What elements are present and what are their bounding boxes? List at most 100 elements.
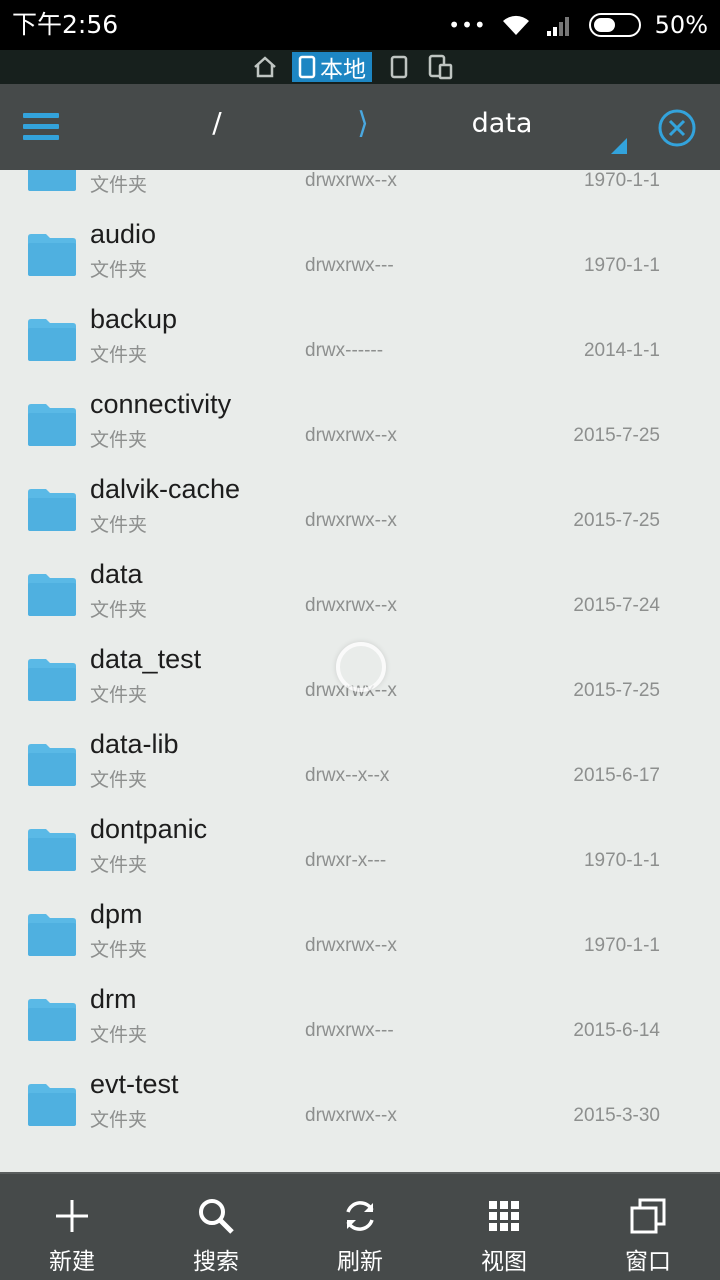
file-date: 2015-7-25 [573,425,660,446]
close-path-button[interactable] [657,108,697,148]
status-icons: ••• 50% [448,8,708,42]
file-date: 2015-6-14 [573,1020,660,1041]
file-name: dpm [90,899,143,929]
refresh-icon [346,1201,374,1231]
file-date: 2015-6-17 [573,765,660,786]
file-type: 文件夹 [90,259,148,281]
file-list-item[interactable]: backup 文件夹 drwx------ 2014-1-1 [0,296,720,381]
home-button[interactable] [250,52,280,82]
loading-spinner-icon [336,642,386,692]
folder-icon [28,829,76,871]
local-storage-tab[interactable]: 本地 [292,52,372,83]
folder-icon [28,999,76,1041]
view-label: 视图 [481,1249,527,1275]
file-list-item[interactable]: connectivity 文件夹 drwxrwx--x 2015-7-25 [0,381,720,466]
refresh-label: 刷新 [337,1249,383,1275]
file-list-item[interactable]: dontpanic 文件夹 drwxr-x--- 1970-1-1 [0,806,720,891]
search-icon [199,1199,234,1234]
plus-icon [56,1200,88,1232]
battery-percent: 50% [654,11,708,39]
path-segment-root[interactable]: / [200,106,234,139]
folder-icon [28,234,76,276]
grid-view-icon [489,1201,519,1231]
file-date: 2014-1-1 [583,340,660,361]
file-permissions: drwxrwx--- [305,255,394,276]
storage-switch-bar: 本地 [0,50,720,84]
file-date: 1970-1-1 [583,935,660,956]
folder-icon [28,659,76,701]
folder-icon [28,914,76,956]
file-list-item[interactable]: audio 文件夹 drwxrwx--- 1970-1-1 [0,211,720,296]
folder-icon [28,319,76,361]
search-label: 搜索 [193,1249,239,1275]
file-name: backup [90,304,178,334]
path-nav-bar: / ⟩ data [0,84,720,170]
file-type: 文件夹 [90,1024,148,1046]
file-name: drm [90,984,137,1014]
file-name: data-lib [90,729,179,759]
hamburger-menu-icon [23,113,59,140]
file-permissions: drwx--x--x [305,765,390,786]
file-type: 文件夹 [90,854,148,876]
file-date: 2015-7-25 [573,510,660,531]
file-list-item[interactable]: data 文件夹 drwxrwx--x 2015-7-24 [0,551,720,636]
file-list-item[interactable]: app-private文件夹drwxrwx--x1970-1-1 [0,170,720,211]
file-permissions: drwxrwx--x [305,595,397,616]
status-time: 下午2:56 [12,10,119,39]
view-button[interactable]: 视图 [432,1174,576,1280]
file-type: 文件夹 [90,429,148,451]
cell-signal-icon [546,17,569,36]
file-type: 文件夹 [90,599,148,621]
wifi-icon [502,15,529,35]
folder-icon [28,489,76,531]
folder-icon [28,744,76,786]
file-list-item[interactable]: dpm 文件夹 drwxrwx--x 1970-1-1 [0,891,720,976]
refresh-button[interactable]: 刷新 [288,1174,432,1280]
status-bar: 下午2:56 ••• 50% [0,0,720,50]
path-segment-current[interactable]: data [440,108,564,139]
file-list-item[interactable]: data-lib 文件夹 drwx--x--x 2015-6-17 [0,721,720,806]
file-list-item[interactable]: drm 文件夹 drwxrwx--- 2015-6-14 [0,976,720,1061]
file-date: 2015-7-24 [573,595,660,616]
local-storage-label: 本地 [320,57,366,83]
file-name: dontpanic [90,814,208,844]
file-permissions: drwxrwx--- [305,1020,394,1041]
file-name: audio [90,219,157,249]
folder-icon [28,1084,76,1126]
phone-icon [390,55,408,79]
file-name: dalvik-cache [90,474,241,504]
file-list-item[interactable]: dalvik-cache 文件夹 drwxrwx--x 2015-7-25 [0,466,720,551]
new-button[interactable]: 新建 [0,1174,144,1280]
window-button[interactable]: 窗口 [576,1174,720,1280]
file-type: 文件夹 [90,344,148,366]
file-type: 文件夹 [90,769,148,791]
phone-storage-button[interactable] [384,52,414,82]
file-name: connectivity [90,389,232,419]
search-button[interactable]: 搜索 [144,1174,288,1280]
file-permissions: drwx------ [305,340,384,361]
file-type: 文件夹 [90,939,148,961]
phone-icon [298,55,316,79]
menu-button[interactable] [22,110,62,144]
file-list: app-private文件夹drwxrwx--x1970-1-1audio文件夹… [0,170,720,1172]
file-date: 1970-1-1 [583,850,660,871]
devices-icon [428,54,453,80]
file-permissions: drwxrwx--x [305,425,397,446]
devices-button[interactable] [426,52,456,82]
file-date: 1970-1-1 [583,170,660,191]
file-type: 文件夹 [90,514,148,536]
file-permissions: drwxrwx--x [305,170,397,191]
folder-icon [28,574,76,616]
file-permissions: drwxr-x--- [305,850,387,871]
file-permissions: drwxrwx--x [305,1105,397,1126]
home-icon [254,56,276,78]
new-label: 新建 [49,1249,95,1275]
battery-icon [588,13,641,37]
file-date: 1970-1-1 [583,255,660,276]
file-type: 文件夹 [90,684,148,706]
file-name: evt-test [90,1069,179,1099]
file-list-item[interactable]: evt-test 文件夹 drwxrwx--x 2015-3-30 [0,1061,720,1146]
dropdown-triangle-icon[interactable] [611,138,627,154]
path-separator-icon: ⟩ [357,106,369,141]
window-label: 窗口 [625,1249,671,1275]
